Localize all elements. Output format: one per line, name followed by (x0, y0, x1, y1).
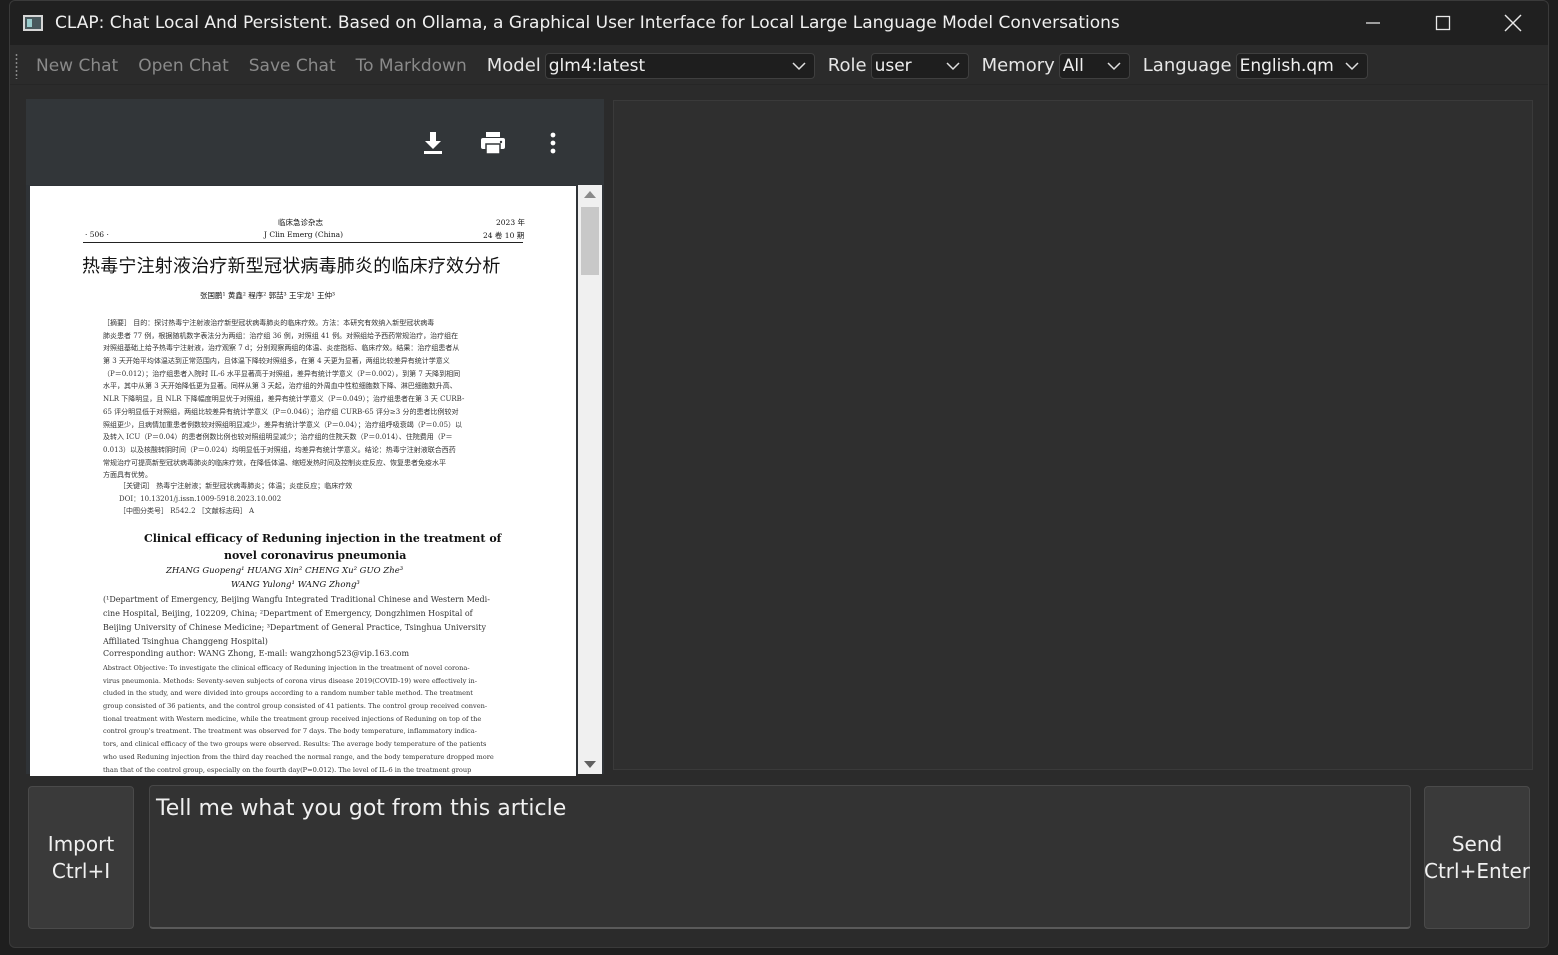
memory-select[interactable]: All (1058, 52, 1130, 79)
chevron-down-icon (792, 61, 806, 70)
download-button[interactable] (417, 127, 449, 159)
save-chat-button[interactable]: Save Chat (249, 56, 336, 76)
header-rule (83, 242, 523, 243)
authors-en-line2: WANG Yulong¹ WANG Zhong³ (231, 580, 360, 590)
article-title-cn: 热毒宁注射液治疗新型冠状病毒肺炎的临床疗效分析 (82, 256, 501, 277)
message-input[interactable]: Tell me what you got from this article (149, 785, 1411, 929)
new-chat-button[interactable]: New Chat (36, 56, 118, 76)
send-button[interactable]: Send Ctrl+Enter (1424, 786, 1530, 929)
chevron-down-icon (1107, 61, 1121, 70)
open-chat-button[interactable]: Open Chat (138, 56, 229, 76)
more-vertical-icon (550, 132, 556, 154)
scroll-up-arrow[interactable] (584, 191, 596, 198)
role-label: Role (827, 55, 867, 76)
affiliations: (¹Department of Emergency, Beijing Wangf… (103, 595, 490, 646)
page-number: · 506 · (85, 230, 109, 239)
keywords-cn: ［关键词］ 热毒宁注射液；新型冠状病毒肺炎；体温；炎症反应；临床疗效 (119, 482, 353, 490)
minimize-button[interactable] (1338, 1, 1408, 45)
journal-year: 2023 年 (496, 218, 525, 227)
article-title-en-line1: Clinical efficacy of Reduning injection … (144, 532, 502, 545)
close-button[interactable] (1478, 1, 1548, 45)
role-select[interactable]: user (870, 52, 969, 79)
download-icon (424, 132, 442, 154)
scroll-down-arrow[interactable] (584, 761, 596, 768)
corresponding-author: Corresponding author: WANG Zhong, E-mail… (103, 649, 410, 658)
message-input-text: Tell me what you got from this article (156, 796, 567, 821)
article-title-en-line2: novel coronavirus pneumonia (224, 549, 407, 562)
journal-volume: 24 卷 10 期 (483, 231, 525, 240)
import-button[interactable]: Import Ctrl+I (28, 786, 134, 929)
model-select-value: glm4:latest (548, 55, 646, 76)
toolbar-grip[interactable] (15, 52, 18, 79)
journal-name-cn: 临床急诊杂志 (278, 218, 323, 227)
abstract-cn: ［摘要］ 目的：探讨热毒宁注射液治疗新型冠状病毒肺炎的临床疗效。方法：本研究有效… (103, 319, 465, 480)
classification: ［中图分类号］ R542.2 ［文献标志码］ A (119, 507, 255, 515)
window-title: CLAP: Chat Local And Persistent. Based o… (55, 13, 1120, 33)
model-select[interactable]: glm4:latest (544, 52, 815, 79)
pdf-scrollbar[interactable] (578, 185, 602, 774)
model-label: Model (486, 55, 541, 76)
app-icon (23, 15, 43, 31)
window-controls (1338, 1, 1548, 45)
maximize-icon (1435, 15, 1451, 31)
doi: DOI：10.13201/j.issn.1009-5918.2023.10.00… (119, 495, 282, 503)
print-icon (481, 132, 505, 155)
role-select-value: user (874, 55, 912, 76)
pdf-viewer: 临床急诊杂志 2023 年 · 506 · J Clin Emerg (Chin… (26, 99, 604, 776)
print-button[interactable] (477, 127, 509, 159)
scroll-thumb[interactable] (581, 207, 599, 275)
close-icon (1504, 14, 1522, 32)
more-options-button[interactable] (537, 127, 569, 159)
pdf-toolbar (26, 99, 604, 185)
chevron-down-icon (1345, 61, 1359, 70)
pdf-page: 临床急诊杂志 2023 年 · 506 · J Clin Emerg (Chin… (30, 186, 576, 776)
app-window: CLAP: Chat Local And Persistent. Based o… (9, 0, 1549, 948)
main-toolbar: New Chat Open Chat Save Chat To Markdown… (10, 47, 1548, 85)
chevron-down-icon (946, 61, 960, 70)
memory-label: Memory (981, 55, 1055, 76)
language-select-value: English.qm (1239, 55, 1334, 76)
title-bar: CLAP: Chat Local And Persistent. Based o… (10, 1, 1548, 45)
abstract-en: Abstract Objective: To investigate the c… (103, 664, 494, 774)
memory-select-value: All (1062, 55, 1084, 76)
language-select[interactable]: English.qm (1235, 52, 1368, 79)
authors-cn: 张国鹏¹ 黄鑫² 程序² 郭喆³ 王宇龙¹ 王仲³ (200, 291, 335, 300)
chat-output-area[interactable] (613, 100, 1533, 770)
authors-en-line1: ZHANG Guopeng¹ HUANG Xin² CHENG Xu² GUO … (166, 566, 404, 576)
journal-name-en: J Clin Emerg (China) (264, 230, 344, 239)
minimize-icon (1366, 22, 1380, 24)
maximize-button[interactable] (1408, 1, 1478, 45)
language-label: Language (1142, 55, 1232, 76)
to-markdown-button[interactable]: To Markdown (356, 56, 467, 76)
